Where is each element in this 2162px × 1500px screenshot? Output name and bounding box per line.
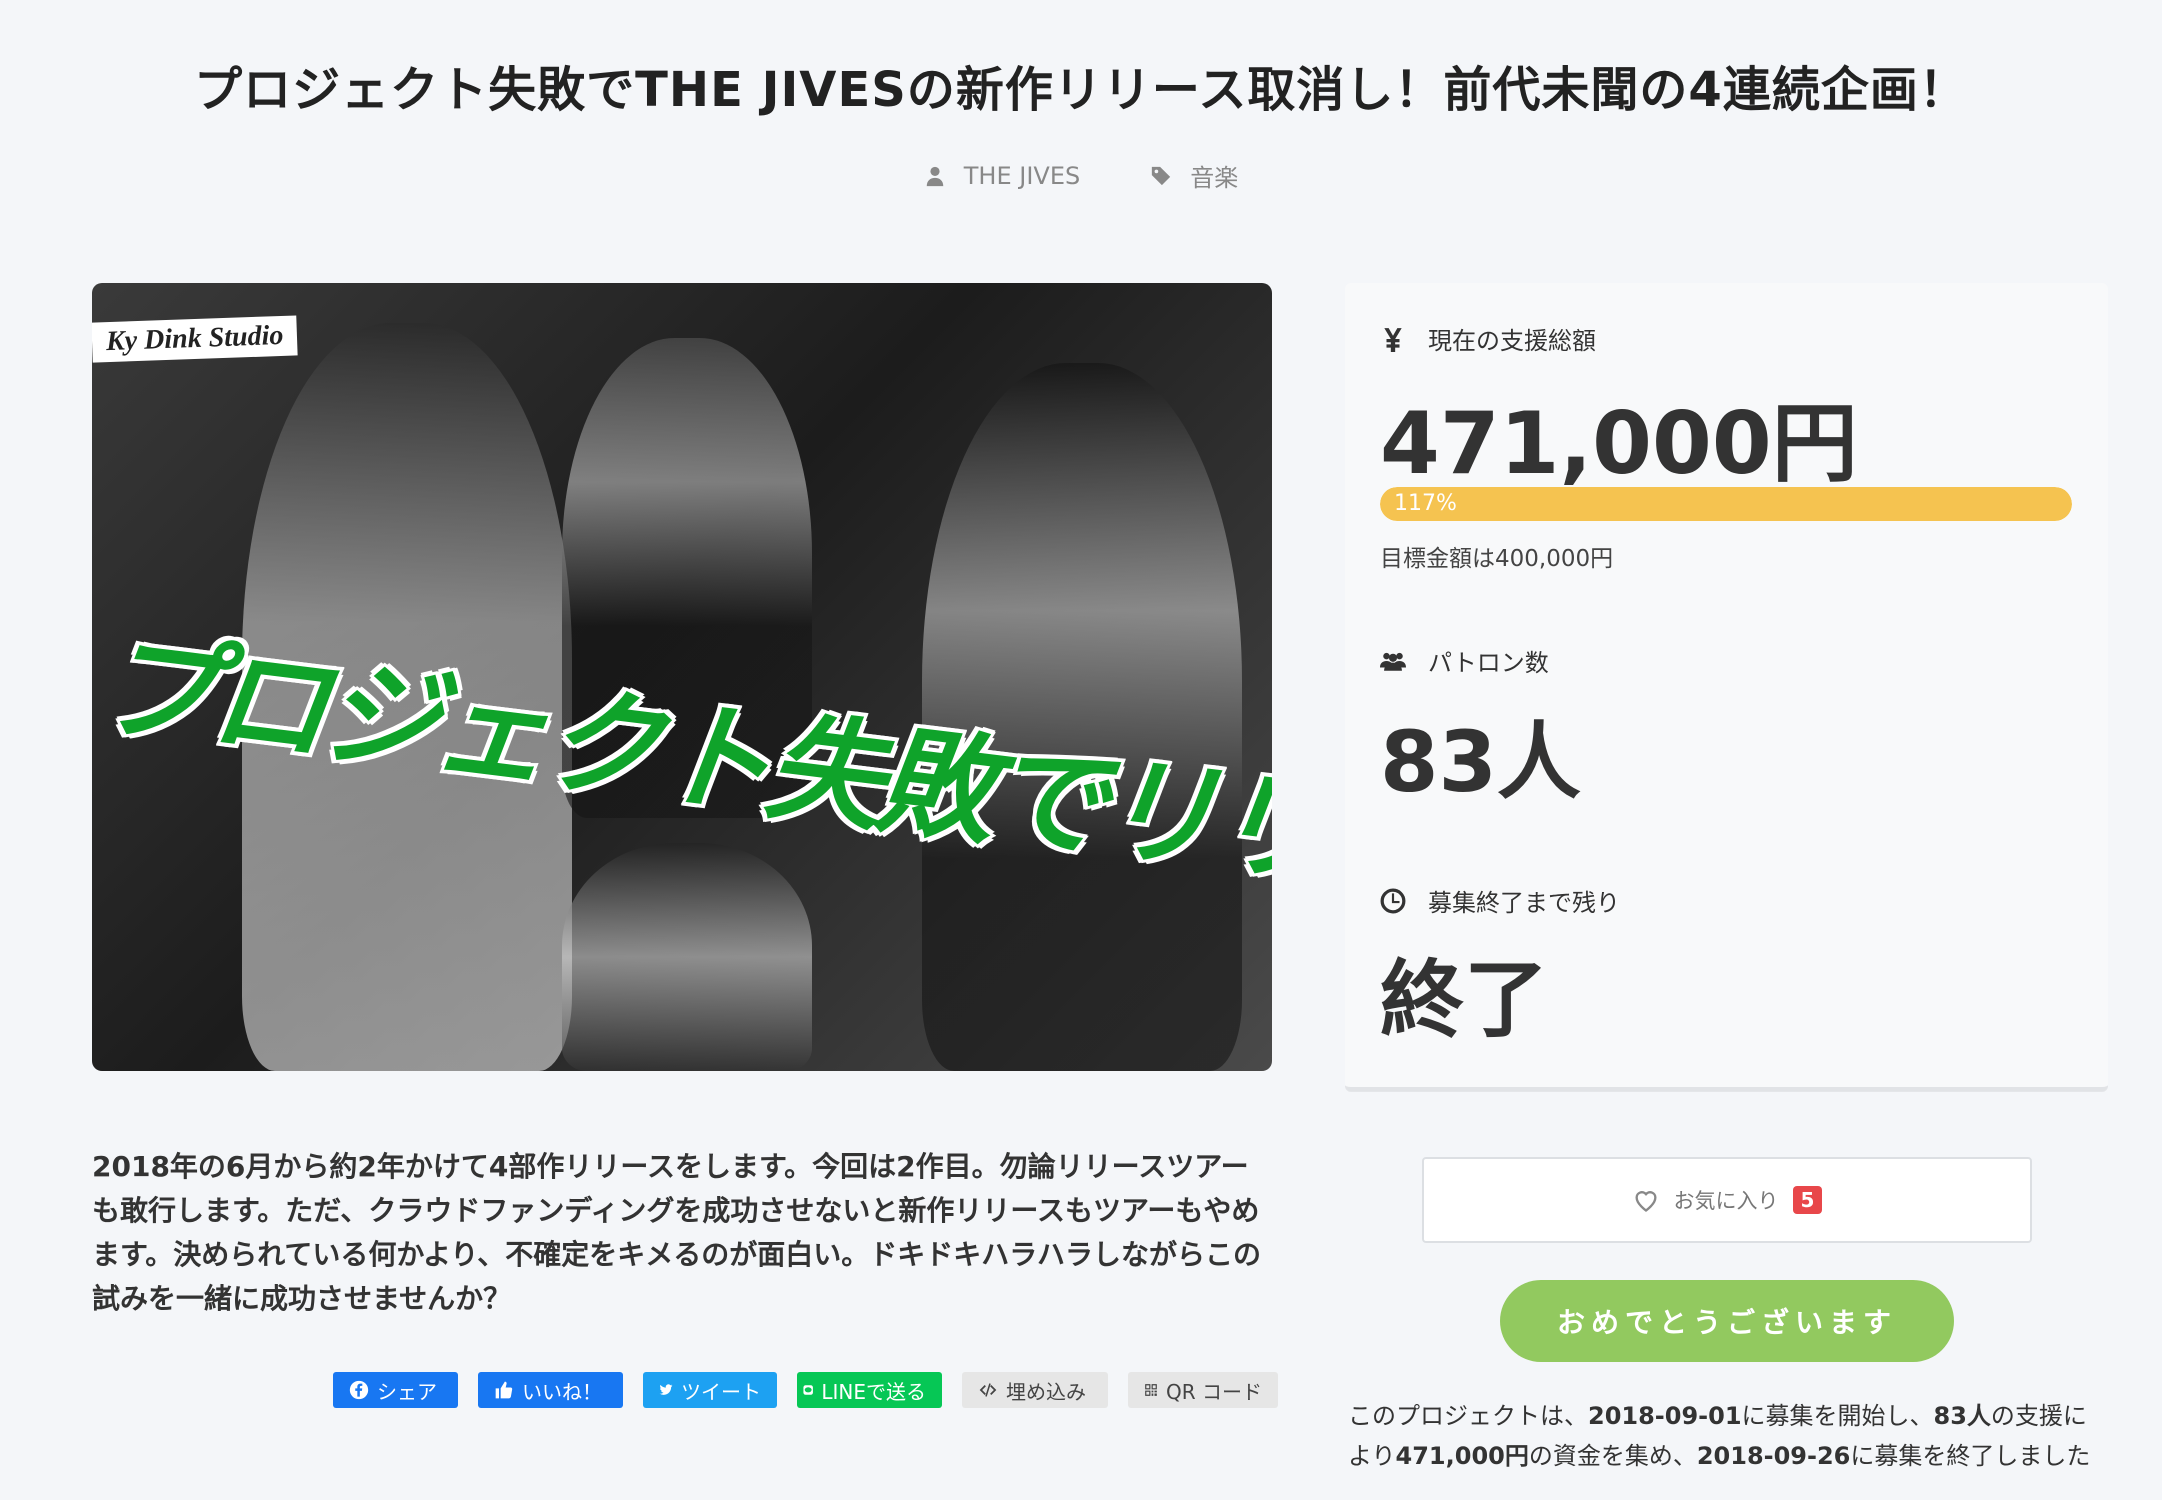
category-link[interactable]: 音楽 xyxy=(1150,158,1238,193)
project-meta: THE JIVES 音楽 xyxy=(0,158,2162,193)
patron-count: 83人 xyxy=(1933,1402,1991,1430)
owner-name: THE JIVES xyxy=(963,161,1081,190)
project-description: 2018年の6月から約2年かけて4部作リリースをします。今回は2作目。勿論リリー… xyxy=(92,1150,1262,1315)
qr-code-button[interactable]: QR コード xyxy=(1128,1372,1278,1408)
remaining-value: 終了 xyxy=(1380,951,1549,1049)
owner-link[interactable]: THE JIVES xyxy=(924,158,1080,193)
funding-progress-fill: 117% xyxy=(1380,487,2072,521)
remaining-header: 募集終了まで残り xyxy=(1380,883,1620,918)
remaining-label: 募集終了まで残り xyxy=(1428,889,1620,917)
embed-button[interactable]: 埋め込み xyxy=(962,1372,1108,1408)
tweet-button[interactable]: ツイート xyxy=(643,1372,777,1408)
end-date: 2018-09-26 xyxy=(1696,1442,1851,1470)
twitter-icon xyxy=(659,1384,673,1395)
facebook-like-button[interactable]: いいね！ xyxy=(478,1372,623,1408)
funding-progress-bar: 117% xyxy=(1380,487,2072,521)
facebook-share-button[interactable]: シェア xyxy=(333,1372,458,1408)
band-member-figure xyxy=(562,843,812,1071)
project-summary: このプロジェクトは、2018-09-01に募集を開始し、83人の支援により471… xyxy=(1348,1402,2091,1470)
patrons-label: パトロン数 xyxy=(1428,649,1549,677)
yen-icon xyxy=(1384,327,1402,352)
favorite-count-badge: 5 xyxy=(1792,1186,1823,1214)
start-date: 2018-09-01 xyxy=(1588,1402,1742,1430)
qr-icon xyxy=(1145,1384,1157,1396)
tag-icon xyxy=(1152,166,1171,185)
funding-card: 現在の支援総額 471,000円 117% 目標金額は400,000円 パトロン… xyxy=(1345,283,2108,1091)
heart-icon xyxy=(1635,1191,1657,1212)
favorite-label: お気に入り xyxy=(1673,1189,1779,1213)
share-buttons: シェア いいね！ ツイート LINEで送る 埋め込み QR コード xyxy=(333,1372,1278,1408)
total-amount-header: 現在の支援総額 xyxy=(1380,321,1596,356)
users-icon xyxy=(1380,652,1406,671)
page-title: プロジェクト失敗でTHE JIVESの新作リリース取消し！前代未聞の4連続企画！ xyxy=(194,62,1968,118)
patrons-header: パトロン数 xyxy=(1380,643,1549,678)
line-share-button[interactable]: LINEで送る xyxy=(797,1372,942,1408)
code-icon xyxy=(979,1383,997,1397)
studio-sign: Ky Dink Studio xyxy=(92,315,299,363)
thumbs-up-icon xyxy=(495,1381,513,1399)
user-icon xyxy=(926,166,943,186)
category-name: 音楽 xyxy=(1190,164,1239,192)
total-amount-value: 471,000円 xyxy=(1380,394,1858,494)
clock-icon xyxy=(1380,888,1406,913)
total-amount-label: 現在の支援総額 xyxy=(1428,327,1596,355)
hero-image: Ky Dink Studio プロジェクト失敗でリリース取消！ xyxy=(92,283,1272,1071)
patrons-value: 83人 xyxy=(1380,713,1581,811)
goal-amount: 目標金額は400,000円 xyxy=(1380,546,1614,572)
congratulations-button[interactable]: おめでとうございます xyxy=(1500,1280,1954,1362)
funded-amount: 471,000円 xyxy=(1395,1442,1529,1470)
facebook-icon xyxy=(349,1380,369,1400)
line-icon xyxy=(803,1385,813,1395)
favorite-button[interactable]: お気に入り 5 xyxy=(1422,1157,2032,1243)
